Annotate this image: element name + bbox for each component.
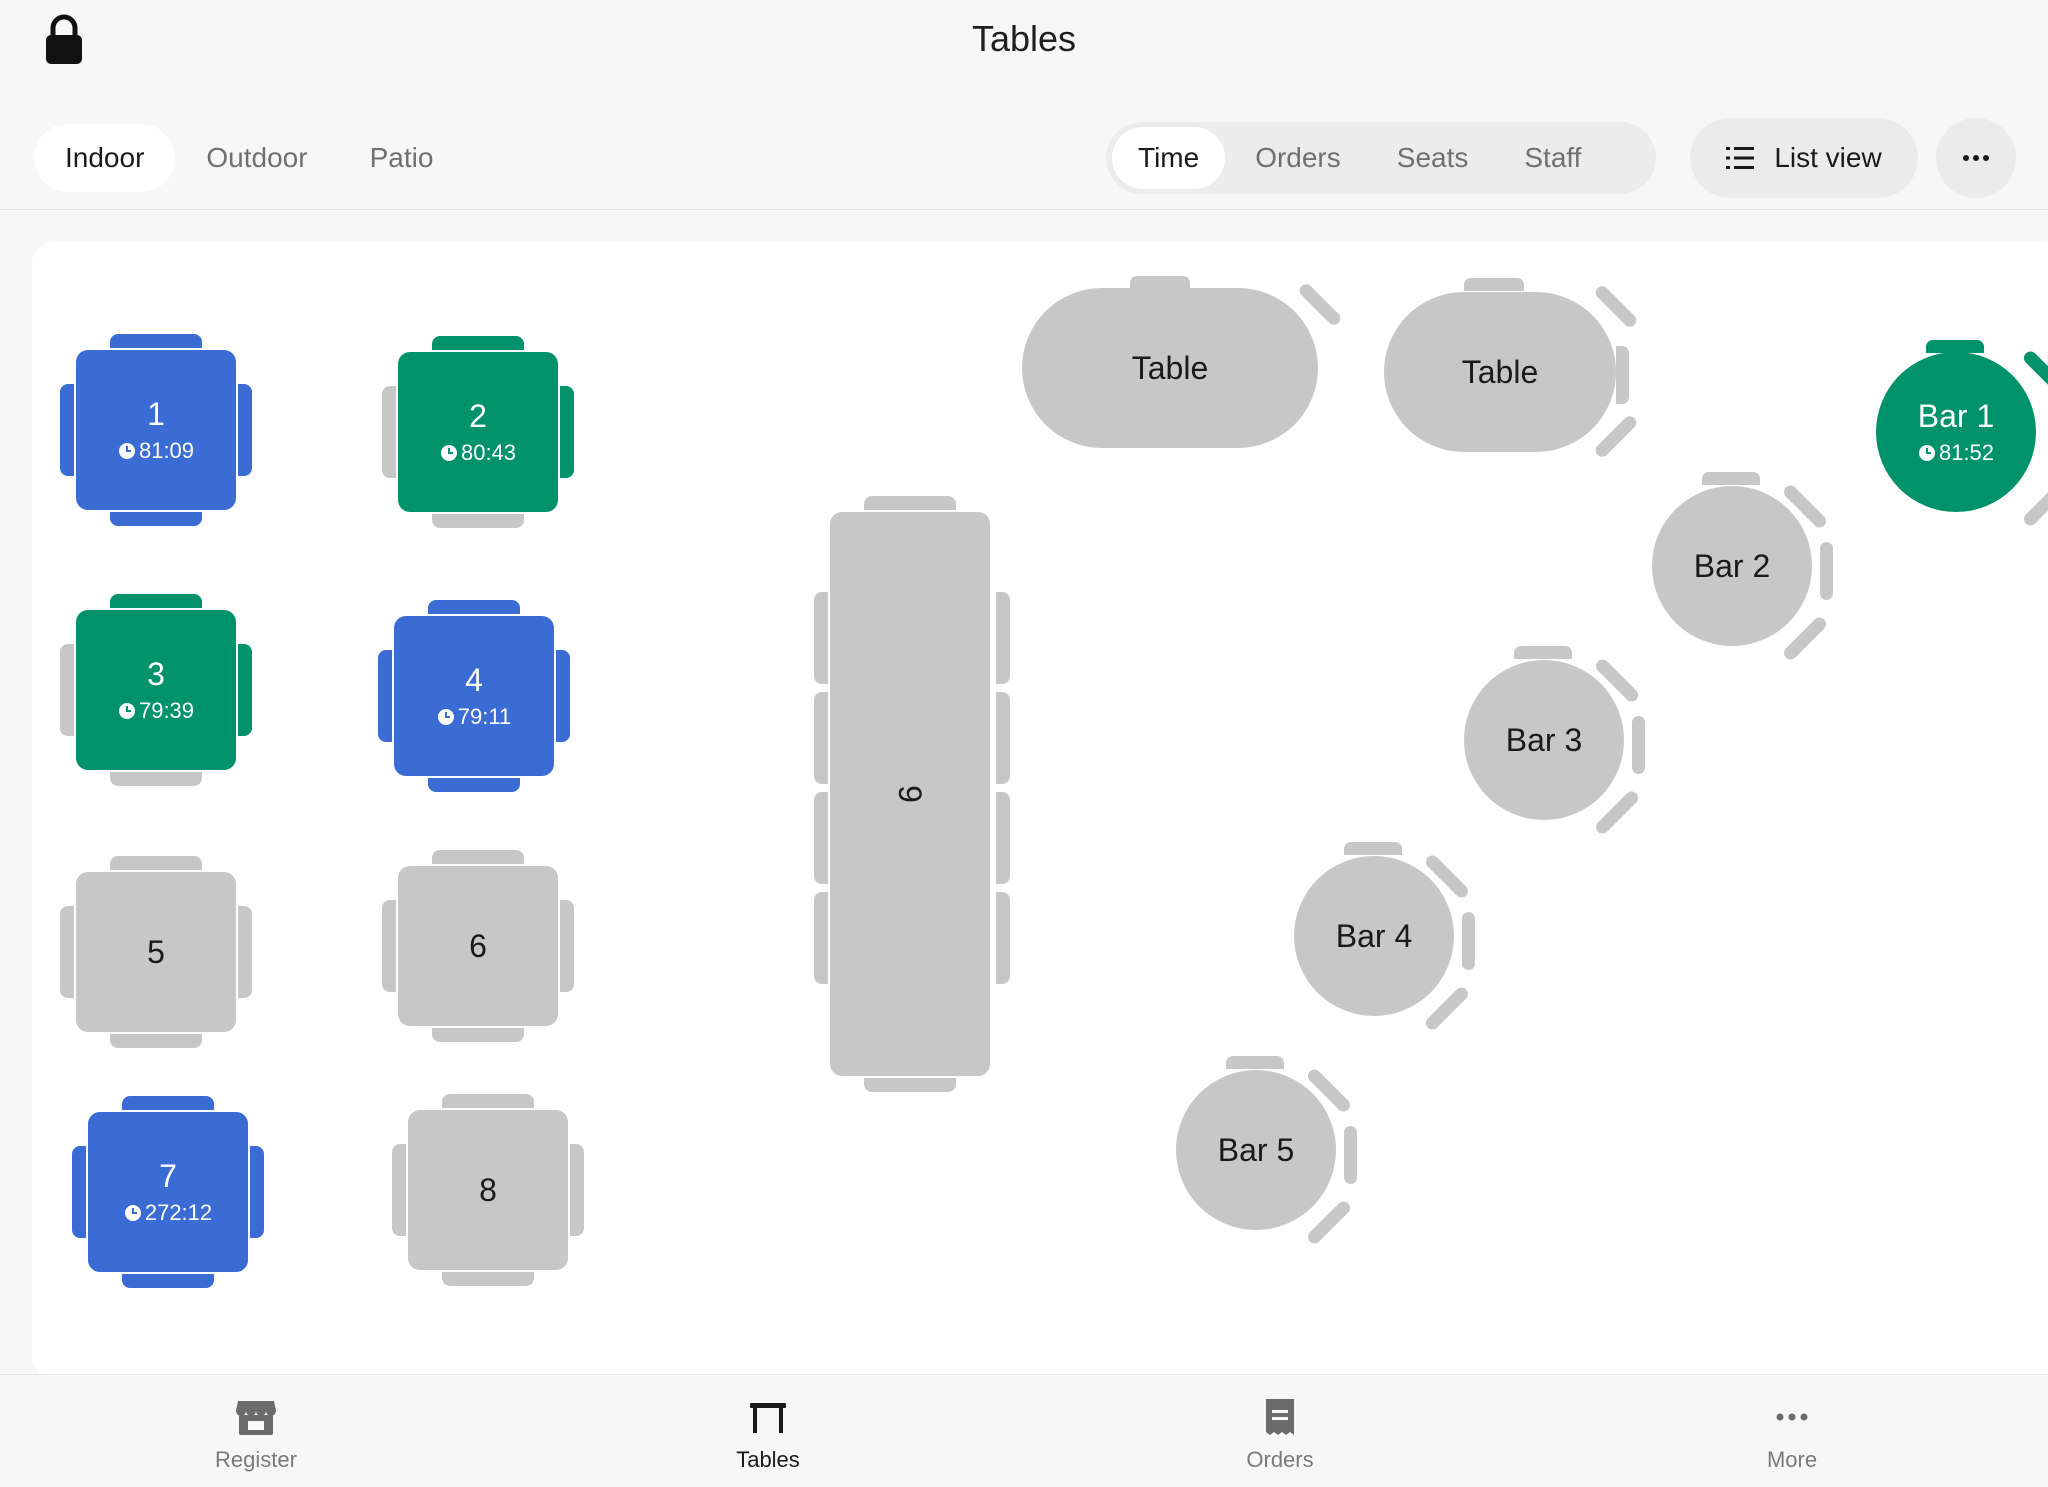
table-label: 3 [147, 656, 165, 692]
nav-label: More [1766, 1447, 1818, 1472]
clock-icon [124, 1205, 141, 1221]
table-bar-2[interactable]: Bar 2 [1652, 472, 1852, 672]
table-timer: 79:11 [457, 704, 512, 729]
segment-seats[interactable]: Seats [1371, 127, 1495, 189]
table-4[interactable]: 4 79:11 [378, 600, 570, 792]
table-label: Table [1131, 350, 1209, 386]
table-label: Bar 2 [1693, 548, 1771, 584]
table-label: Table [1461, 354, 1539, 390]
more-dots-icon [1776, 1413, 1808, 1421]
nav-label: Orders [1246, 1447, 1314, 1472]
table-icon [750, 1403, 786, 1433]
table-timer: 272:12 [144, 1200, 213, 1225]
segment-time[interactable]: Time [1112, 127, 1226, 189]
table-2[interactable]: 2 80:43 [382, 336, 574, 528]
table-1[interactable]: 1 81:09 [60, 334, 252, 526]
receipt-icon [1266, 1399, 1294, 1435]
table-label: Bar 5 [1217, 1132, 1295, 1168]
table-label: 1 [147, 396, 165, 432]
table-9[interactable]: 9 [814, 496, 1010, 1092]
more-options-button[interactable] [1936, 118, 2016, 198]
table-label: 7 [159, 1158, 177, 1194]
table-label: 6 [469, 928, 487, 964]
nav-label: Tables [736, 1447, 800, 1472]
table-5[interactable]: 5 [60, 856, 252, 1048]
table-6[interactable]: 6 [382, 850, 574, 1042]
table-bar-3[interactable]: Bar 3 [1464, 646, 1664, 846]
table-timer: 81:52 [1938, 440, 1995, 465]
table-timer: 81:09 [138, 438, 195, 463]
table-label: 5 [147, 934, 165, 970]
segment-orders[interactable]: Orders [1229, 127, 1367, 189]
table-timer: 79:39 [138, 698, 195, 723]
table-label: Bar 1 [1917, 398, 1995, 434]
page-title: Tables [971, 18, 1077, 59]
view-segmented-control: Time Orders Seats Staff [1106, 122, 1656, 194]
table-label: Bar 4 [1335, 918, 1413, 954]
table-timer: 80:43 [460, 440, 517, 465]
table-bar-1[interactable]: Bar 1 81:52 [1876, 340, 2048, 540]
table-label: 2 [469, 398, 487, 434]
area-tabs: Indoor Outdoor Patio [34, 124, 464, 192]
table-oval-a[interactable]: Table [1022, 276, 1352, 448]
table-oval-b[interactable]: Table [1384, 278, 1664, 474]
table-bar-5[interactable]: Bar 5 [1176, 1056, 1376, 1256]
tab-indoor[interactable]: Indoor [34, 124, 176, 192]
table-label: Bar 3 [1505, 722, 1583, 758]
clock-icon [440, 445, 457, 461]
list-view-button[interactable]: List view [1690, 118, 1918, 198]
table-bar-4[interactable]: Bar 4 [1294, 842, 1494, 1042]
table-8[interactable]: 8 [392, 1094, 584, 1286]
clock-icon [437, 709, 454, 725]
table-label: 9 [891, 785, 928, 803]
clock-icon [118, 703, 135, 719]
nav-label: Register [215, 1447, 297, 1472]
nav-more[interactable]: More [1536, 1375, 2048, 1487]
list-view-label: List view [1774, 142, 1882, 173]
nav-register[interactable]: Register [0, 1375, 512, 1487]
table-3[interactable]: 3 79:39 [60, 594, 252, 786]
tab-patio[interactable]: Patio [339, 124, 465, 192]
ellipsis-icon [1963, 155, 1989, 161]
table-label: 4 [465, 662, 483, 698]
nav-tables[interactable]: Tables [512, 1375, 1024, 1487]
tab-outdoor[interactable]: Outdoor [175, 124, 338, 192]
table-7[interactable]: 7 272:12 [72, 1096, 264, 1288]
list-icon [1726, 147, 1755, 169]
bottom-nav: Register Tables Orders More [0, 1374, 2048, 1487]
storefront-icon [236, 1401, 276, 1435]
nav-orders[interactable]: Orders [1024, 1375, 1536, 1487]
table-label: 8 [479, 1172, 497, 1208]
header-divider [0, 209, 2048, 210]
segment-staff[interactable]: Staff [1498, 127, 1607, 189]
floor-plan: 1 81:09 2 80:43 3 79:39 4 79:11 5 6 7 27… [32, 242, 2048, 1378]
clock-icon [1918, 445, 1935, 461]
clock-icon [118, 443, 135, 459]
